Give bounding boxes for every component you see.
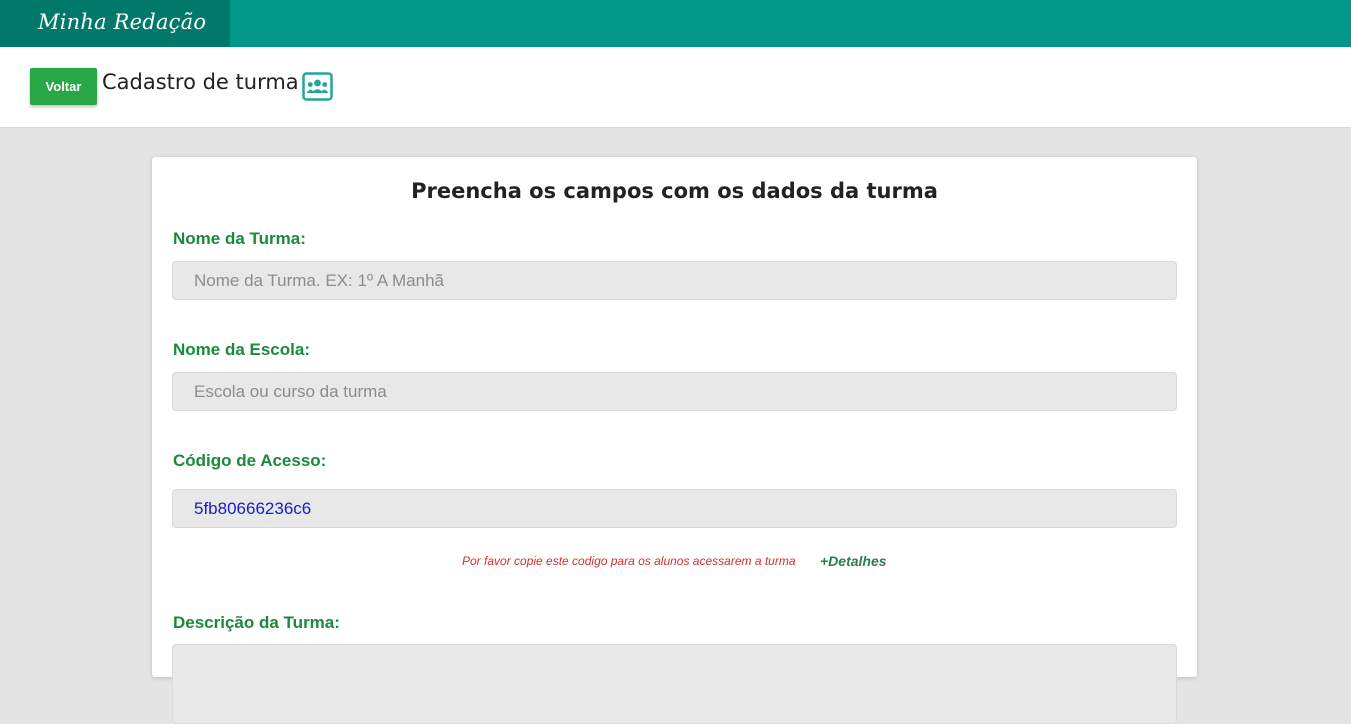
back-button[interactable]: Voltar: [30, 68, 97, 105]
brand-logo[interactable]: Minha Redação: [0, 0, 230, 47]
access-code-field[interactable]: 5fb80666236c6: [172, 489, 1177, 528]
school-name-input[interactable]: [172, 372, 1177, 411]
school-name-label: Nome da Escola:: [173, 340, 310, 359]
page-header: Voltar Cadastro de turma: [0, 47, 1351, 128]
class-form-card: Preencha os campos com os dados da turma…: [152, 157, 1197, 724]
description-textarea[interactable]: [172, 644, 1177, 724]
class-name-input[interactable]: [172, 261, 1177, 300]
top-navbar: Minha Redação: [0, 0, 1351, 47]
description-label: Descrição da Turma:: [173, 613, 340, 632]
form-heading: Preencha os campos com os dados da turma: [411, 179, 938, 203]
class-name-label: Nome da Turma:: [173, 229, 306, 248]
access-code-hint: Por favor copie este codigo para os alun…: [462, 554, 796, 568]
classroom-icon: [302, 72, 333, 101]
details-link[interactable]: +Detalhes: [820, 553, 887, 569]
page-title: Cadastro de turma: [102, 70, 299, 94]
access-code-label: Código de Acesso:: [173, 451, 327, 470]
